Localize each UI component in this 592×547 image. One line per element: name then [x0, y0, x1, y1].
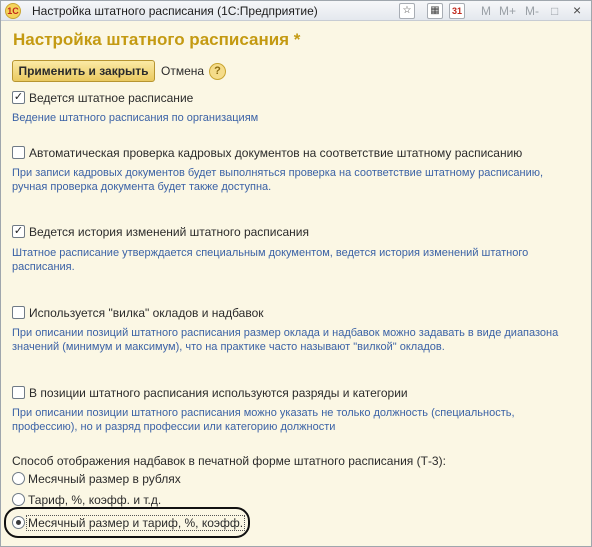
auto-check-description: При записи кадровых документов будет вып…	[12, 167, 544, 193]
settings-window: 1С Настройка штатного расписания (1С:Пре…	[0, 0, 592, 547]
staffing-enabled-checkbox[interactable]: ✓	[12, 91, 25, 104]
close-button[interactable]: ×	[573, 2, 581, 18]
auto-check-label[interactable]: Автоматическая проверка кадровых докумен…	[29, 146, 522, 160]
history-checkbox[interactable]: ✓	[12, 225, 25, 238]
grades-checkbox[interactable]	[12, 386, 25, 399]
history-label[interactable]: Ведется история изменений штатного распи…	[29, 225, 309, 239]
auto-check-checkbox[interactable]	[12, 146, 25, 159]
app-logo-icon[interactable]: 1С	[5, 3, 21, 19]
staffing-enabled-label[interactable]: Ведется штатное расписание	[29, 91, 193, 105]
radio-tariff-label[interactable]: Тариф, %, коэфф. и т.д.	[28, 493, 161, 507]
grades-label[interactable]: В позиции штатного расписания используют…	[29, 386, 408, 400]
radio-monthly-rubles-label[interactable]: Месячный размер в рублях	[28, 472, 181, 486]
memory-button-m[interactable]: M	[481, 4, 491, 18]
salary-range-checkbox[interactable]	[12, 306, 25, 319]
page-title: Настройка штатного расписания *	[13, 30, 301, 49]
radio-monthly-and-tariff-label[interactable]: Месячный размер и тариф, %, коэфф.	[28, 516, 243, 530]
grades-description: При описании позиции штатного расписания…	[12, 407, 515, 433]
radio-monthly-and-tariff[interactable]	[12, 516, 25, 529]
memory-plus-button[interactable]: M+	[499, 4, 516, 18]
calculator-icon[interactable]: ▦	[427, 3, 443, 19]
star-icon[interactable]: ☆	[399, 3, 415, 19]
apply-and-close-button[interactable]: Применить и закрыть	[12, 60, 155, 82]
maximize-button[interactable]: □	[551, 4, 558, 18]
memory-minus-button[interactable]: M-	[525, 4, 539, 18]
calendar-icon[interactable]: 31	[449, 3, 465, 19]
history-description: Штатное расписание утверждается специаль…	[12, 247, 529, 273]
radio-monthly-rubles[interactable]	[12, 472, 25, 485]
display-method-label: Способ отображения надбавок в печатной ф…	[12, 454, 446, 468]
radio-tariff[interactable]	[12, 493, 25, 506]
title-bar: 1С Настройка штатного расписания (1С:Пре…	[1, 1, 591, 21]
cancel-button[interactable]: Отмена	[161, 64, 204, 78]
help-icon[interactable]: ?	[209, 63, 226, 80]
staffing-enabled-description: Ведение штатного расписания по организац…	[12, 112, 259, 124]
salary-range-description: При описании позиций штатного расписания…	[12, 327, 559, 353]
salary-range-label[interactable]: Используется "вилка" окладов и надбавок	[29, 306, 264, 320]
window-title: Настройка штатного расписания (1С:Предпр…	[32, 4, 318, 18]
